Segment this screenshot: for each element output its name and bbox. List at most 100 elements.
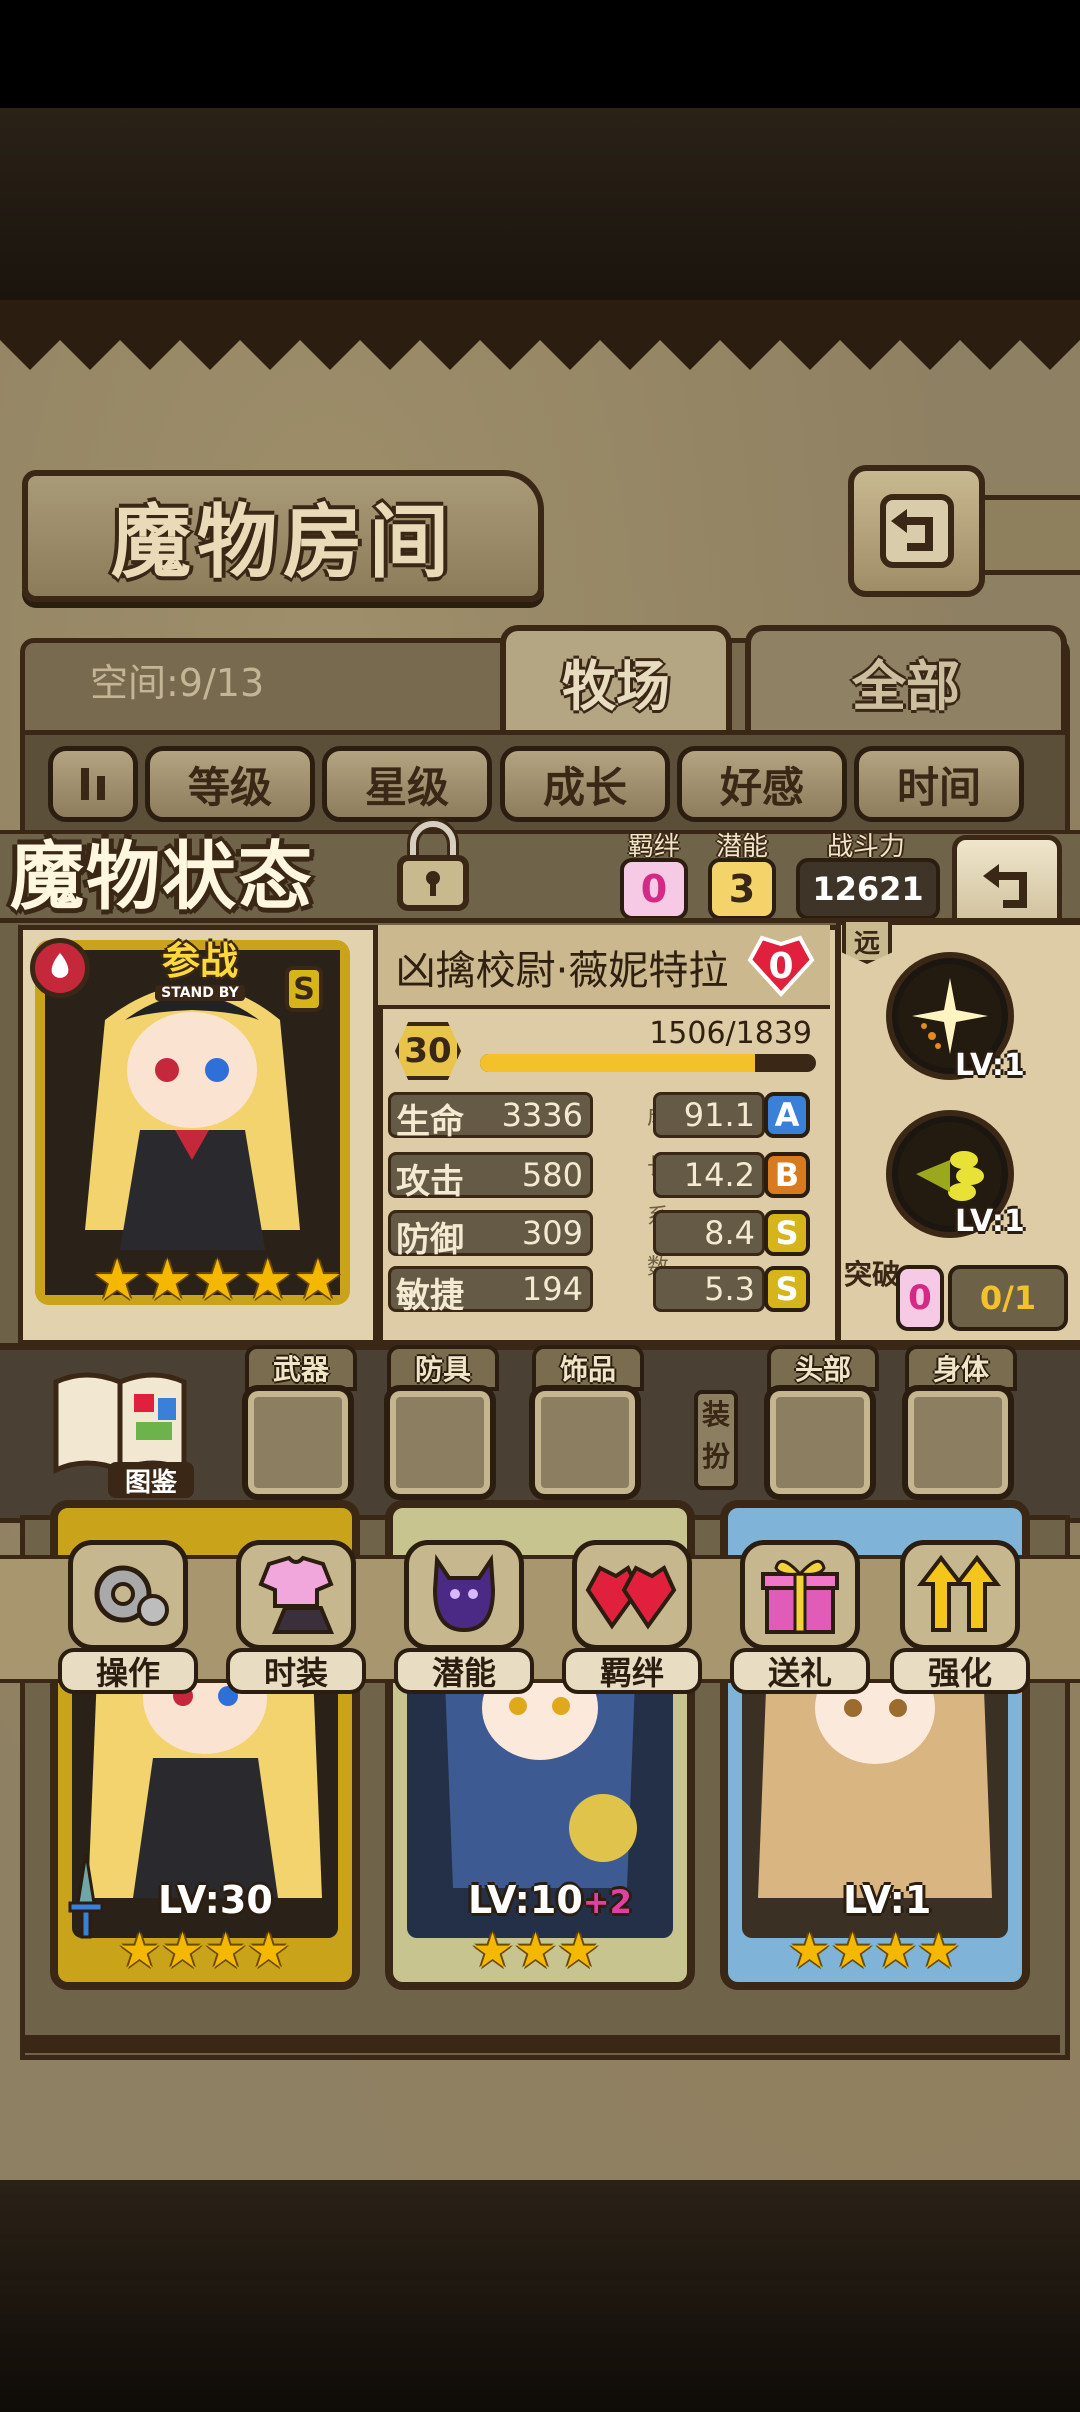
star-icon: ★★★★ xyxy=(118,1923,291,1979)
stat-value: 309 xyxy=(521,1214,583,1252)
status-title: 魔物状态 xyxy=(10,833,314,920)
growth-value: 8.4 xyxy=(704,1214,755,1252)
grade-badge: A xyxy=(764,1092,810,1138)
potential-label: 潜能 xyxy=(394,1648,534,1694)
filter-favor-button[interactable]: 好感 xyxy=(677,746,847,822)
exp-bar xyxy=(480,1054,816,1072)
card-star-rating: ★★★★★ xyxy=(92,1248,343,1313)
fashion-button[interactable]: 时装 xyxy=(226,1540,366,1694)
bond-value: 0 xyxy=(620,858,688,920)
status-bar xyxy=(0,0,1080,108)
stat-label: 生命 xyxy=(396,1102,464,1142)
growth-value: 14.2 xyxy=(683,1156,755,1194)
bond-button[interactable]: 羁绊 xyxy=(562,1540,702,1694)
sort-order-icon xyxy=(81,768,105,800)
growth-value: 91.1 xyxy=(683,1096,755,1134)
monster-level: LV:10+2 xyxy=(468,1878,632,1922)
space-counter: 空间:9/13 xyxy=(90,661,265,705)
fire-element-icon xyxy=(30,938,90,998)
enhance-button[interactable]: 强化 xyxy=(890,1540,1030,1694)
skill-level: LV:1 xyxy=(955,1048,1025,1083)
rank-badge: S xyxy=(285,966,323,1012)
demon-icon xyxy=(404,1540,524,1650)
monster-level-bonus: +2 xyxy=(582,1883,632,1921)
enhance-label: 强化 xyxy=(890,1648,1030,1694)
star-icon: ★★★ xyxy=(471,1923,601,1979)
bond-label: 羁绊 xyxy=(562,1648,702,1694)
standby-label-en: STAND BY xyxy=(155,985,245,1001)
weapon-slot[interactable] xyxy=(242,1385,354,1500)
standby-label: 参战 xyxy=(161,939,238,983)
sort-toggle-button[interactable] xyxy=(48,746,138,822)
level-badge: 30 xyxy=(395,1022,461,1080)
stat-label: 攻击 xyxy=(396,1162,464,1202)
monster-level: LV:30 xyxy=(158,1878,273,1922)
star-icon: ★★★★★ xyxy=(92,1248,344,1313)
filter-level-button[interactable]: 等级 xyxy=(145,746,315,822)
combat-power-value: 12621 xyxy=(796,858,940,920)
filter-star-button[interactable]: 星级 xyxy=(322,746,492,822)
grade-badge: S xyxy=(764,1210,810,1256)
breakthrough-label: 突破 xyxy=(843,1258,900,1291)
stat-label: 防御 xyxy=(396,1220,464,1260)
sword-icon xyxy=(68,1853,104,1939)
hearts-icon xyxy=(572,1540,692,1650)
standby-badge: 参战 STAND BY xyxy=(120,930,280,1001)
potential-indicator: 潜能 3 xyxy=(708,828,776,920)
grid-bottom-border xyxy=(20,2035,1060,2053)
lock-icon[interactable] xyxy=(388,814,478,914)
stat-value: 3336 xyxy=(501,1096,583,1134)
monster-stars: ★★★★ xyxy=(118,1923,290,1979)
breakthrough-value: 0 xyxy=(896,1265,944,1331)
monster-stars: ★★★★ xyxy=(788,1923,960,1979)
armor-slot[interactable] xyxy=(384,1385,496,1500)
favor-value: 0 xyxy=(768,945,794,987)
head-slot[interactable] xyxy=(764,1385,876,1500)
page-title: 魔物房间 xyxy=(22,470,544,602)
stat-row-agility: 敏捷 194 5.3 S xyxy=(388,1266,828,1316)
back-button[interactable] xyxy=(848,465,985,597)
gift-button[interactable]: 送礼 xyxy=(730,1540,870,1694)
bottom-dark-area xyxy=(0,2180,1080,2412)
grade-badge: S xyxy=(764,1266,810,1312)
breakthrough-progress: 0/1 xyxy=(948,1265,1068,1331)
growth-value: 5.3 xyxy=(704,1270,755,1308)
dress-up-label: 装扮 xyxy=(694,1390,738,1490)
accessory-slot[interactable] xyxy=(529,1385,641,1500)
tab-ranch[interactable]: 牧场 xyxy=(500,625,732,731)
filter-time-button[interactable]: 时间 xyxy=(854,746,1024,822)
gift-label: 送礼 xyxy=(730,1648,870,1694)
upgrade-arrows-icon xyxy=(900,1540,1020,1650)
header-rail xyxy=(973,495,1080,575)
potential-button[interactable]: 潜能 xyxy=(394,1540,534,1694)
return-arrow-icon xyxy=(879,494,954,568)
favor-heart: 0 xyxy=(746,932,816,998)
star-icon: ★★★★ xyxy=(788,1923,961,1979)
monster-level-value: LV:10 xyxy=(468,1878,583,1922)
monster-stars: ★★★ xyxy=(471,1923,600,1979)
codex-button[interactable]: 图鉴 xyxy=(46,1368,196,1498)
stat-row-hp: 生命 3336 91.1 A xyxy=(388,1092,828,1142)
potential-value: 3 xyxy=(708,858,776,920)
operate-label: 操作 xyxy=(58,1648,198,1694)
monster-level: LV:1 xyxy=(843,1878,932,1922)
operate-button[interactable]: 操作 xyxy=(58,1540,198,1694)
combat-power: 战斗力 12621 xyxy=(796,828,940,920)
exp-bar-fill xyxy=(480,1054,756,1072)
filter-growth-button[interactable]: 成长 xyxy=(500,746,670,822)
fashion-label: 时装 xyxy=(226,1648,366,1694)
character-name: 凶擒校尉·薇妮特拉 xyxy=(395,948,729,994)
stat-row-attack: 攻击 580 14.2 B xyxy=(388,1152,828,1202)
grade-badge: B xyxy=(764,1152,810,1198)
stat-label: 敏捷 xyxy=(396,1276,464,1316)
gear-icon xyxy=(68,1540,188,1650)
outfit-icon xyxy=(236,1540,356,1650)
tab-all[interactable]: 全部 xyxy=(745,625,1067,731)
exp-text: 1506/1839 xyxy=(649,1016,812,1051)
stat-value: 194 xyxy=(521,1270,583,1308)
stat-row-defense: 防御 309 8.4 S xyxy=(388,1210,828,1260)
zigzag-border xyxy=(0,300,1080,370)
top-dark-area xyxy=(0,108,1080,300)
body-slot[interactable] xyxy=(902,1385,1014,1500)
gift-icon xyxy=(740,1540,860,1650)
